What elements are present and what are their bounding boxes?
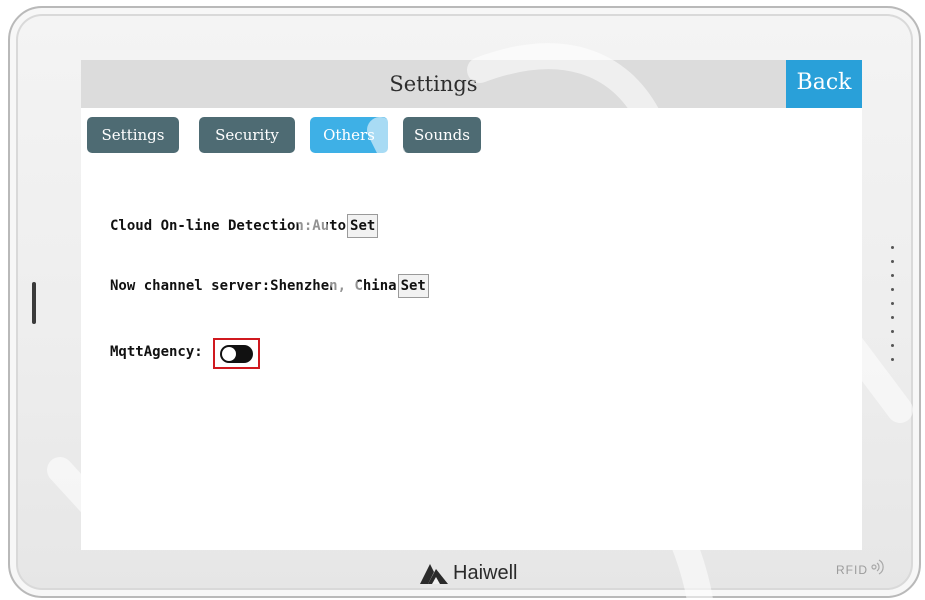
mqtt-agency-row: MqttAgency: bbox=[110, 344, 203, 360]
brand: Haiwell bbox=[418, 558, 517, 588]
back-button[interactable]: Back bbox=[786, 60, 862, 108]
title-bar: Settings Back bbox=[81, 60, 862, 108]
page-title: Settings bbox=[389, 72, 478, 96]
cloud-detection-row: Cloud On-line Detection:Auto Set bbox=[110, 214, 379, 238]
tab-settings[interactable]: Settings bbox=[87, 117, 179, 153]
screen: Settings Back Settings Security Others S… bbox=[81, 60, 862, 550]
home-slot bbox=[32, 282, 36, 324]
mqtt-agency-toggle[interactable] bbox=[220, 345, 253, 363]
mqtt-agency-label: MqttAgency: bbox=[110, 344, 203, 360]
haiwell-logo-icon bbox=[420, 564, 448, 584]
speaker-dots bbox=[890, 246, 896, 372]
tab-security[interactable]: Security bbox=[199, 117, 295, 153]
tab-sounds[interactable]: Sounds bbox=[403, 117, 481, 153]
rfid-wave-icon bbox=[871, 559, 884, 575]
channel-server-row: Now channel server:Shenzhen, China Set bbox=[110, 274, 429, 298]
cloud-detection-set-button[interactable]: Set bbox=[347, 214, 379, 238]
channel-server-label: Now channel server:Shenzhen, China bbox=[110, 278, 397, 294]
cloud-detection-label: Cloud On-line Detection:Auto bbox=[110, 218, 347, 234]
mqtt-toggle-highlight bbox=[213, 338, 260, 369]
brand-name: Haiwell bbox=[453, 561, 518, 584]
tab-others[interactable]: Others bbox=[310, 117, 388, 153]
toggle-knob bbox=[222, 347, 236, 361]
rfid-label: RFID bbox=[836, 563, 868, 577]
channel-server-set-button[interactable]: Set bbox=[397, 274, 429, 298]
